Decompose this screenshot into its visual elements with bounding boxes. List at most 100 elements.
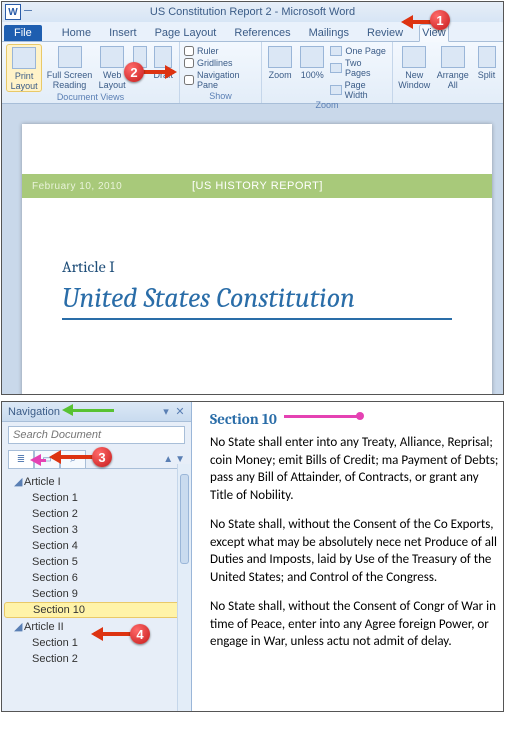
- nav-search: [8, 426, 185, 444]
- split-icon: [478, 46, 496, 68]
- chk-navpane-label: Navigation Pane: [197, 70, 257, 90]
- new-window-icon: [402, 46, 426, 68]
- ribbon-tabs: File Home Insert Page Layout References …: [2, 22, 503, 42]
- group-label-zoom: Zoom: [266, 100, 388, 110]
- nav-node-section-2[interactable]: Section 2: [4, 506, 189, 522]
- ribbon-screenshot: W US Constitution Report 2 - Microsoft W…: [1, 1, 504, 395]
- nav-node-label: Section 5: [32, 556, 78, 568]
- tab-insert[interactable]: Insert: [107, 25, 139, 41]
- page-width-label: Page Width: [345, 80, 388, 100]
- qat-dropdown-icon[interactable]: [24, 10, 32, 15]
- nav-scrollbar[interactable]: [177, 464, 191, 711]
- document-view: Section 10 No State shall enter into any…: [192, 402, 503, 711]
- tab-home[interactable]: Home: [60, 25, 93, 41]
- tab-mailings[interactable]: Mailings: [307, 25, 351, 41]
- nav-pane-header: Navigation ▾ ✕: [2, 402, 191, 422]
- navigation-pane: Navigation ▾ ✕ ≣ ▭ ⌕ ▲ ▼ ◢Article ISecti…: [2, 402, 192, 711]
- search-input[interactable]: [8, 426, 185, 444]
- annotation-badge-2: 2: [124, 62, 144, 82]
- btn-zoom[interactable]: Zoom: [266, 44, 294, 80]
- nav-node-section-5[interactable]: Section 5: [4, 554, 189, 570]
- nav-node-section-1[interactable]: Section 1: [4, 490, 189, 506]
- nav-pane-screenshot: Navigation ▾ ✕ ≣ ▭ ⌕ ▲ ▼ ◢Article ISecti…: [1, 401, 504, 712]
- paragraph-1: No State shall enter into any Treaty, Al…: [210, 434, 503, 504]
- annotation-badge-1: 1: [430, 10, 450, 30]
- header-date: February 10, 2010: [32, 181, 122, 192]
- tab-page-layout[interactable]: Page Layout: [153, 25, 219, 41]
- arrange-all-label: Arrange All: [437, 70, 469, 90]
- nav-scrollbar-thumb[interactable]: [180, 474, 189, 564]
- expand-icon[interactable]: ◢: [14, 620, 24, 633]
- nav-node-section-6[interactable]: Section 6: [4, 570, 189, 586]
- one-page-label: One Page: [345, 46, 386, 56]
- nav-prev-icon[interactable]: ▲: [163, 454, 173, 465]
- word-app-icon: W: [5, 4, 21, 20]
- chk-ruler-label: Ruler: [197, 46, 219, 56]
- btn-page-width[interactable]: Page Width: [330, 80, 388, 100]
- btn-two-pages[interactable]: Two Pages: [330, 58, 388, 78]
- nav-node-section-9[interactable]: Section 9: [4, 586, 189, 602]
- split-label: Split: [478, 70, 496, 80]
- print-layout-icon: [12, 47, 36, 69]
- article-heading: Article I: [62, 258, 452, 276]
- nav-node-article-i[interactable]: ◢Article I: [4, 473, 189, 490]
- btn-full-screen-label: Full Screen Reading: [47, 70, 93, 90]
- nav-node-section-10[interactable]: Section 10: [4, 602, 189, 618]
- btn-web-layout[interactable]: Web Layout: [97, 44, 128, 90]
- paragraph-3: No State shall, without the Consent of C…: [210, 598, 503, 651]
- btn-print-layout-label: Print Layout: [11, 71, 38, 91]
- chk-navigation-pane[interactable]: Navigation Pane: [184, 70, 257, 90]
- btn-full-screen-reading[interactable]: Full Screen Reading: [46, 44, 93, 90]
- btn-zoom-100[interactable]: 100%: [298, 44, 326, 80]
- arrange-all-icon: [441, 46, 465, 68]
- nav-pane-menu-icon[interactable]: ▾: [161, 405, 171, 418]
- nav-node-label: Section 10: [33, 604, 85, 616]
- btn-split[interactable]: Split: [474, 44, 499, 80]
- chk-ruler[interactable]: Ruler: [184, 46, 257, 56]
- tab-file[interactable]: File: [4, 25, 42, 41]
- btn-print-layout[interactable]: Print Layout: [6, 44, 42, 92]
- nav-node-label: Section 1: [32, 637, 78, 649]
- nav-next-icon[interactable]: ▼: [175, 454, 185, 465]
- nav-node-label: Section 2: [32, 653, 78, 665]
- btn-arrange-all[interactable]: Arrange All: [436, 44, 471, 90]
- page-header-band: February 10, 2010 [US HISTORY REPORT]: [22, 174, 492, 198]
- full-screen-icon: [58, 46, 82, 68]
- btn-new-window[interactable]: New Window: [397, 44, 432, 90]
- nav-node-label: Section 4: [32, 540, 78, 552]
- nav-node-label: Section 3: [32, 524, 78, 536]
- expand-icon[interactable]: ◢: [14, 475, 24, 488]
- document-title: United States Constitution: [62, 282, 452, 320]
- nav-node-label: Section 2: [32, 508, 78, 520]
- two-pages-label: Two Pages: [345, 58, 388, 78]
- nav-node-label: Section 9: [32, 588, 78, 600]
- nav-node-label: Section 1: [32, 492, 78, 504]
- zoom-icon: [268, 46, 292, 68]
- chk-gridlines[interactable]: Gridlines: [184, 58, 257, 68]
- title-bar: W US Constitution Report 2 - Microsoft W…: [2, 2, 503, 22]
- nav-node-section-4[interactable]: Section 4: [4, 538, 189, 554]
- page-width-icon: [330, 85, 341, 95]
- nav-node-section-2[interactable]: Section 2: [4, 651, 189, 667]
- nav-pane-close-icon[interactable]: ✕: [175, 405, 185, 418]
- paragraph-2: No State shall, without the Consent of t…: [210, 516, 503, 586]
- two-pages-icon: [330, 63, 342, 73]
- tab-references[interactable]: References: [232, 25, 292, 41]
- group-window: New Window Arrange All Split: [393, 42, 503, 103]
- btn-one-page[interactable]: One Page: [330, 46, 388, 56]
- header-title: [US HISTORY REPORT]: [192, 180, 323, 192]
- nav-tab-results[interactable]: ⌕: [60, 450, 86, 468]
- group-label-show: Show: [184, 91, 257, 101]
- group-label-views: Document Views: [6, 92, 175, 102]
- nav-headings-tree: ◢Article ISection 1Section 2Section 3Sec…: [2, 469, 191, 711]
- new-window-label: New Window: [398, 70, 430, 90]
- nav-node-label: Article I: [24, 476, 61, 488]
- btn-zoom-label: Zoom: [269, 70, 292, 80]
- window-title: US Constitution Report 2 - Microsoft Wor…: [150, 6, 355, 18]
- nav-node-label: Section 6: [32, 572, 78, 584]
- web-layout-icon: [100, 46, 124, 68]
- zoom-100-icon: [300, 46, 324, 68]
- page: February 10, 2010 [US HISTORY REPORT] Ar…: [22, 124, 492, 394]
- nav-node-section-3[interactable]: Section 3: [4, 522, 189, 538]
- annotation-badge-3: 3: [92, 447, 112, 467]
